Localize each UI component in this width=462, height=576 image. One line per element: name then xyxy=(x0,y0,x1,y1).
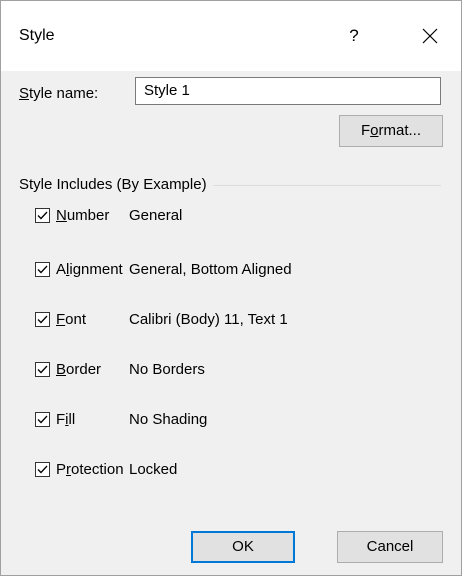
style-name-row: Style name: xyxy=(19,78,98,108)
style-name-input[interactable]: Style 1 xyxy=(135,77,441,105)
include-checkbox[interactable] xyxy=(35,411,50,427)
include-row: Protection Locked xyxy=(35,459,177,479)
include-value: General xyxy=(129,206,183,224)
ok-button[interactable]: OK xyxy=(191,531,295,563)
include-row: Font Calibri (Body) 11, Text 1 xyxy=(35,309,288,329)
include-value: Calibri (Body) 11, Text 1 xyxy=(129,310,288,328)
include-value: No Shading xyxy=(129,410,208,428)
format-button[interactable]: Format... xyxy=(339,115,443,147)
checkmark-icon xyxy=(37,465,48,473)
close-icon xyxy=(422,28,438,44)
style-dialog: Style ? Style name: Style 1 Format... St… xyxy=(0,0,462,576)
include-checkbox[interactable] xyxy=(35,361,50,377)
include-checkbox[interactable] xyxy=(35,311,50,327)
include-row: Alignment General, Bottom Aligned xyxy=(35,259,292,279)
style-includes-title: Style Includes (By Example) xyxy=(19,176,213,193)
checkmark-icon xyxy=(37,265,48,273)
include-checkbox[interactable] xyxy=(35,261,50,277)
title-bar: Style ? xyxy=(1,1,461,71)
checkmark-icon xyxy=(37,211,48,219)
dialog-title: Style xyxy=(19,27,55,44)
include-checkbox[interactable] xyxy=(35,461,50,477)
include-row: Border No Borders xyxy=(35,359,205,379)
include-value: General, Bottom Aligned xyxy=(129,260,292,278)
include-value: Locked xyxy=(129,460,178,478)
checkmark-icon xyxy=(37,365,48,373)
help-icon: ? xyxy=(349,26,359,45)
include-row: Fill No Shading xyxy=(35,409,207,429)
include-checkbox[interactable] xyxy=(35,207,50,223)
close-button[interactable] xyxy=(413,21,447,51)
style-name-label: Style name: xyxy=(19,84,99,102)
checkmark-icon xyxy=(37,415,48,423)
help-button[interactable]: ? xyxy=(337,21,371,51)
include-value: No Borders xyxy=(129,360,205,378)
checkmark-icon xyxy=(37,315,48,323)
cancel-button[interactable]: Cancel xyxy=(337,531,443,563)
include-row: Number General xyxy=(35,205,182,225)
